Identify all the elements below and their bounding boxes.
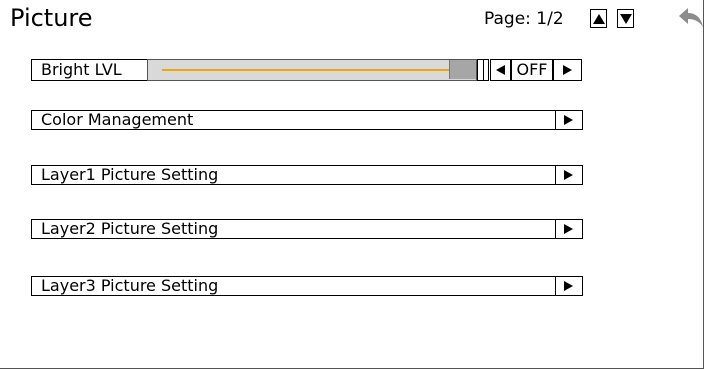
bright-level-row: Bright LVL OFF: [31, 59, 582, 81]
triangle-right-icon: [564, 169, 573, 180]
menu-item-label: Color Management: [41, 110, 194, 129]
menu-item-label: Layer2 Picture Setting: [41, 219, 219, 238]
triangle-down-icon: [619, 13, 632, 24]
slider-thumb[interactable]: [449, 60, 476, 79]
decrease-button[interactable]: [490, 59, 511, 81]
menu-item-layer3-picture-setting[interactable]: Layer3 Picture Setting: [31, 275, 583, 296]
page-indicator: Page: 1/2: [484, 8, 564, 30]
triangle-right-icon: [563, 65, 572, 75]
menu-item-label: Layer3 Picture Setting: [41, 276, 219, 295]
page-up-button[interactable]: [590, 9, 607, 28]
triangle-right-icon: [564, 223, 573, 234]
slider-end-cap: [483, 59, 489, 81]
bright-level-slider[interactable]: [147, 59, 477, 81]
open-submenu-button[interactable]: [554, 275, 583, 296]
triangle-left-icon: [496, 65, 505, 75]
menu-item-layer2-picture-setting[interactable]: Layer2 Picture Setting: [31, 218, 583, 239]
open-submenu-button[interactable]: [554, 109, 583, 130]
increase-button[interactable]: [553, 59, 582, 81]
slider-fill: [162, 69, 449, 71]
menu-item-color-management[interactable]: Color Management: [31, 109, 583, 130]
triangle-right-icon: [564, 114, 573, 125]
bright-level-value: OFF: [511, 59, 553, 81]
back-arrow-icon: [679, 8, 703, 27]
back-button[interactable]: [678, 7, 704, 29]
triangle-right-icon: [564, 280, 573, 291]
page-title: Picture: [10, 4, 93, 32]
bright-level-label: Bright LVL: [41, 60, 122, 79]
menu-item-layer1-picture-setting[interactable]: Layer1 Picture Setting: [31, 164, 583, 185]
bright-level-label-box: Bright LVL: [31, 59, 148, 81]
open-submenu-button[interactable]: [554, 164, 583, 185]
page-down-button[interactable]: [617, 9, 634, 28]
open-submenu-button[interactable]: [554, 218, 583, 239]
page-value: 1/2: [536, 9, 564, 29]
page-label: Page:: [484, 9, 531, 29]
triangle-up-icon: [592, 13, 605, 24]
menu-item-label: Layer1 Picture Setting: [41, 165, 219, 184]
